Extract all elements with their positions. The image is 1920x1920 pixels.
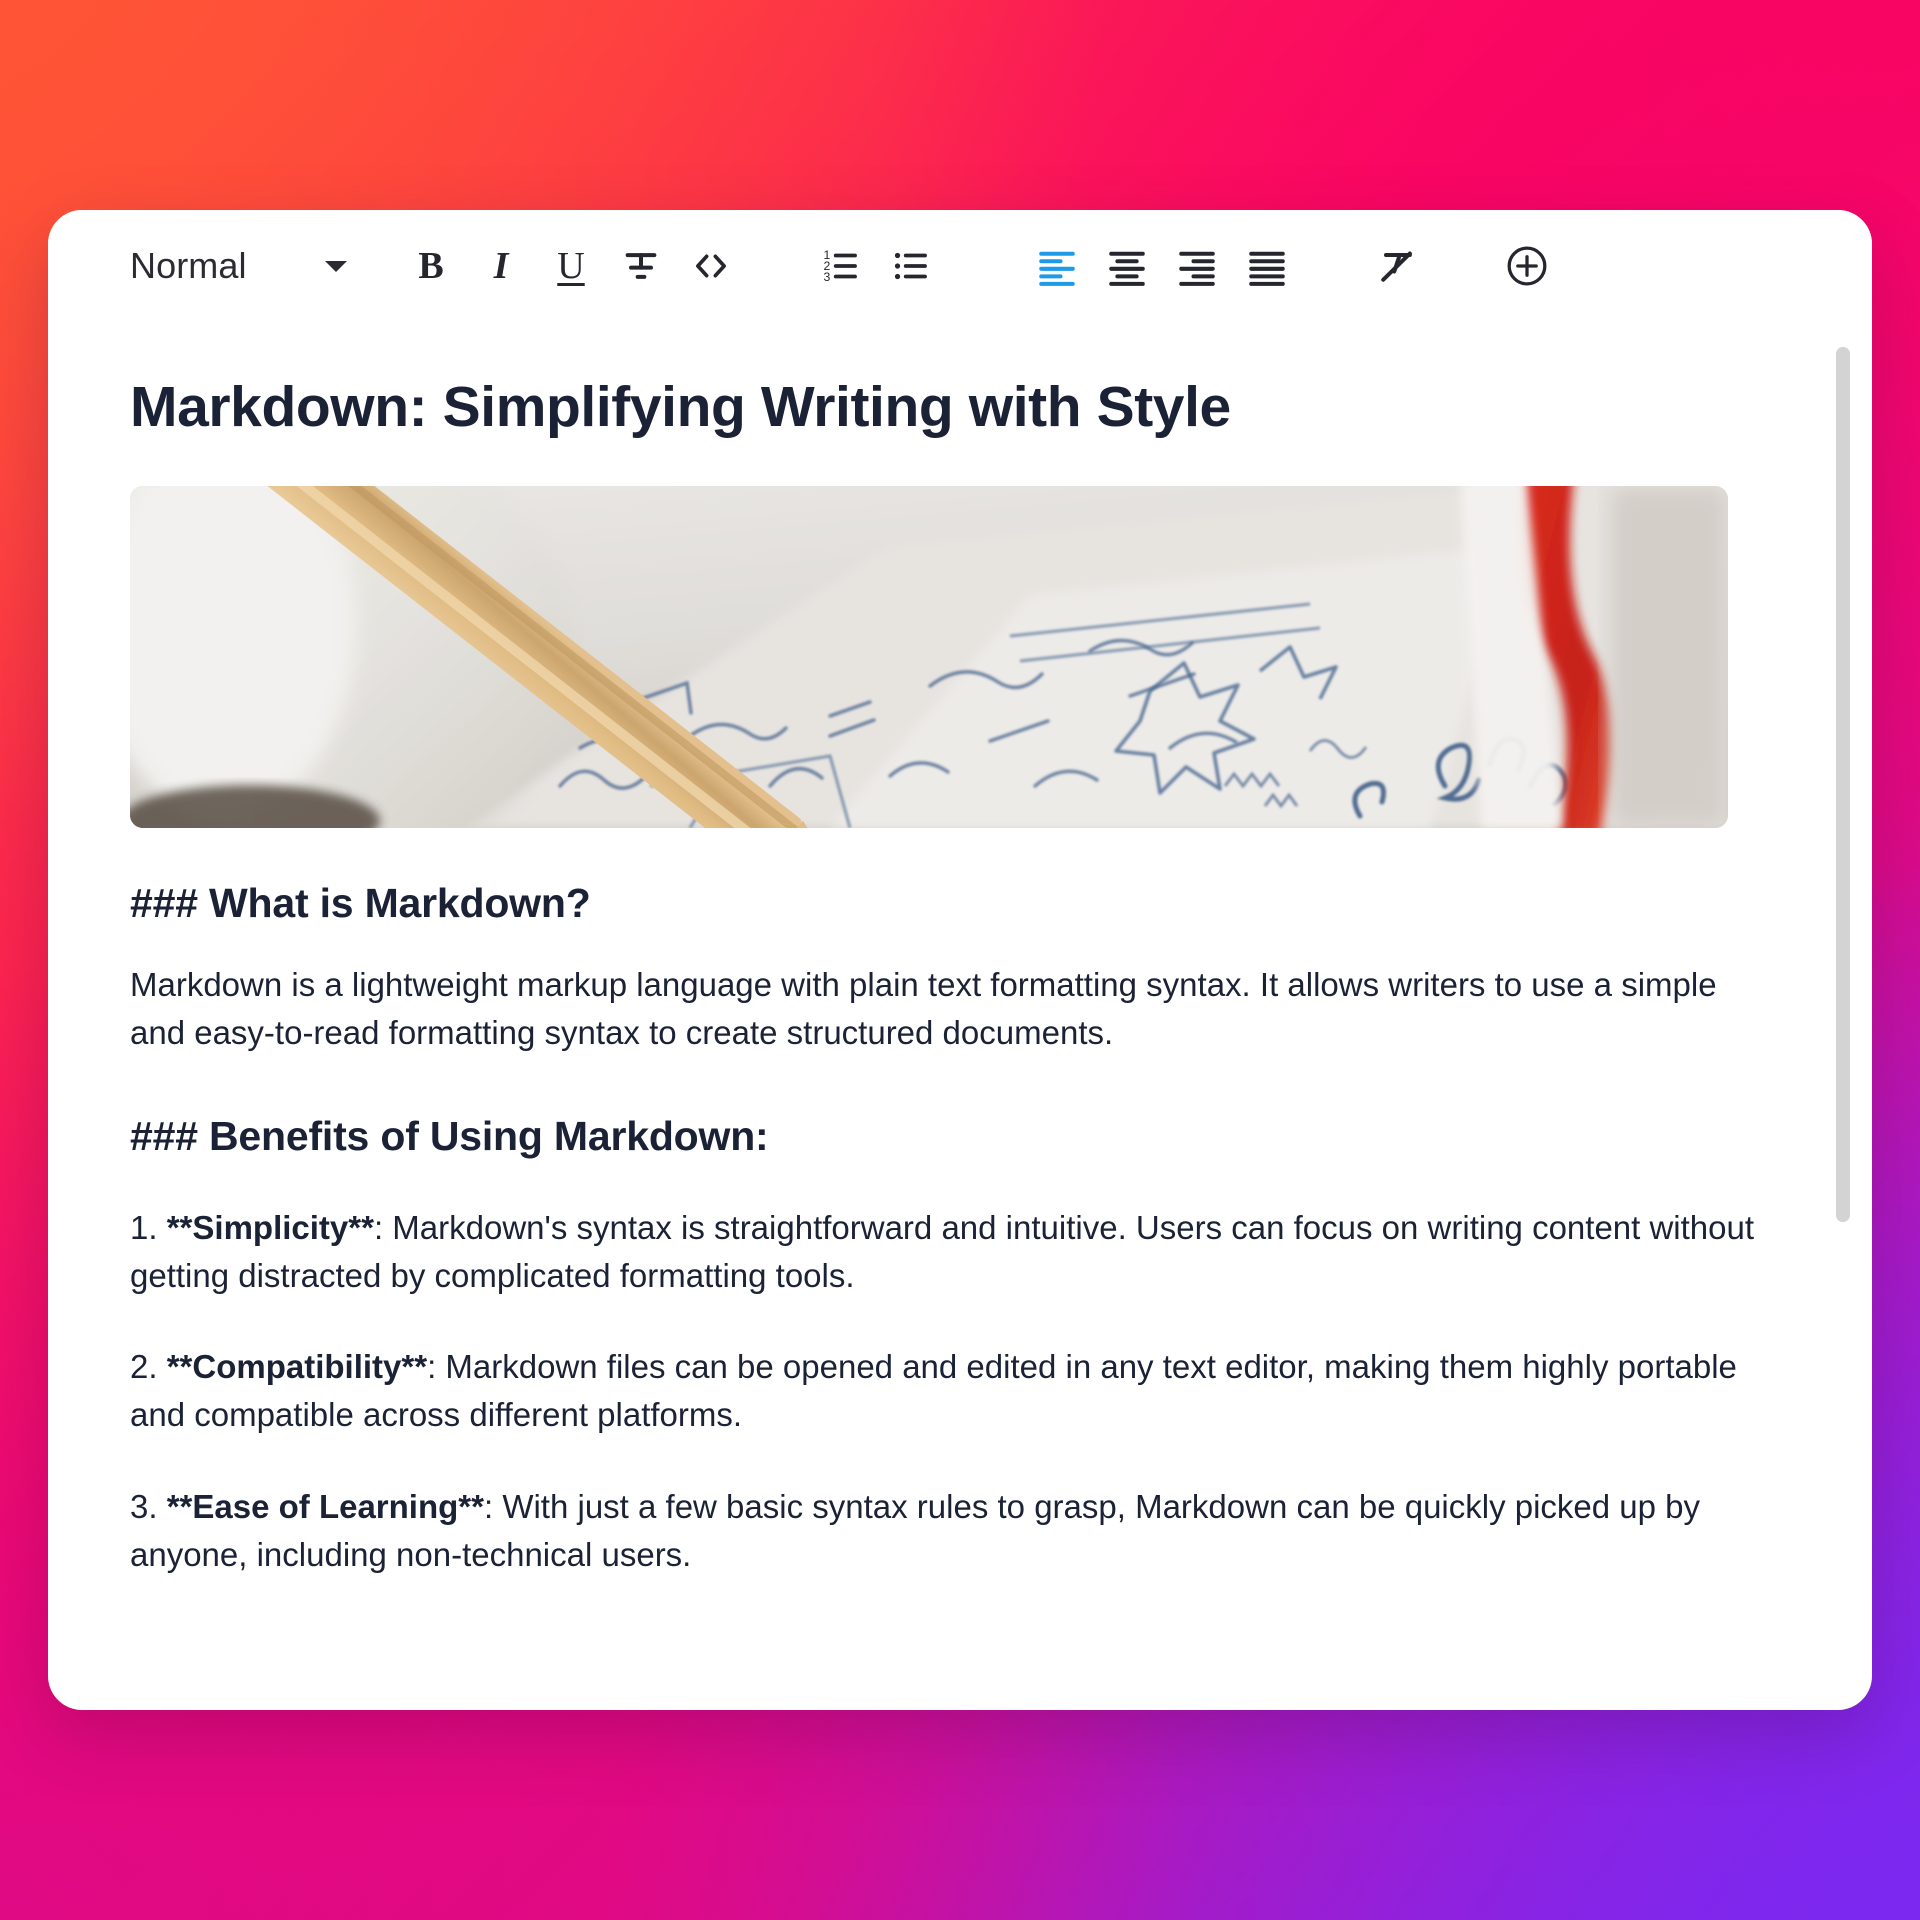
ordered-list-icon: 1 2 3 (824, 248, 857, 284)
bold-button[interactable]: B (402, 237, 460, 295)
paragraph-what-is-markdown: Markdown is a lightweight markup languag… (130, 966, 1717, 1051)
strikethrough-button[interactable] (612, 237, 670, 295)
alignment-group (1028, 237, 1308, 295)
list-item-number: 2. (130, 1348, 158, 1386)
align-justify-icon (1249, 251, 1285, 286)
align-right-icon (1179, 251, 1215, 286)
list-item-term: **Compatibility** (166, 1348, 428, 1386)
page-title: Markdown: Simplifying Writing with Style (130, 375, 1231, 439)
section-heading-benefits: ### Benefits of Using Markdown: (130, 1112, 769, 1159)
section-heading-what-is-markdown: ### What is Markdown? (130, 880, 591, 926)
vertical-scrollbar[interactable] (1836, 335, 1850, 1690)
list-item-number: 1. (130, 1208, 158, 1246)
italic-button[interactable]: I (472, 237, 530, 295)
bullet-list-button[interactable] (882, 237, 940, 295)
clear-formatting-icon (1381, 251, 1412, 282)
align-left-icon (1039, 251, 1075, 286)
underline-icon: U (557, 245, 585, 287)
hero-image (130, 486, 1728, 828)
list-item: 2. **Compatibility**: Markdown files can… (130, 1343, 1762, 1439)
add-button[interactable] (1498, 237, 1556, 295)
align-center-icon (1109, 251, 1145, 286)
plus-circle-icon (1507, 246, 1547, 286)
list-group: 1 2 3 (812, 237, 952, 295)
code-icon (696, 254, 726, 278)
editor-toolbar: Normal B I U 1 2 3 (48, 210, 1872, 322)
align-justify-button[interactable] (1238, 237, 1296, 295)
editor-card: Normal B I U 1 2 3 Markdown: Simplifying… (48, 210, 1872, 1710)
document-editor-area[interactable]: Markdown: Simplifying Writing with Style (48, 322, 1872, 1710)
align-left-button[interactable] (1028, 237, 1086, 295)
code-button[interactable] (682, 237, 740, 295)
italic-icon: I (493, 245, 509, 287)
ordered-list-button[interactable]: 1 2 3 (812, 237, 870, 295)
clear-format-button[interactable] (1368, 237, 1426, 295)
scrollbar-thumb[interactable] (1836, 347, 1850, 1222)
strikethrough-icon (625, 253, 657, 279)
notebook-photo-illustration (130, 486, 1728, 828)
list-item-term: **Simplicity** (166, 1208, 374, 1246)
underline-button[interactable]: U (542, 237, 600, 295)
bold-icon: B (418, 245, 444, 287)
svg-text:3: 3 (824, 270, 831, 284)
align-right-button[interactable] (1168, 237, 1226, 295)
list-item-number: 3. (130, 1488, 158, 1526)
list-item: 1. **Simplicity**: Markdown's syntax is … (130, 1204, 1762, 1300)
list-item: 3. **Ease of Learning**: With just a few… (130, 1483, 1762, 1579)
chevron-down-icon (324, 260, 347, 272)
align-center-button[interactable] (1098, 237, 1156, 295)
bullet-list-icon (894, 252, 927, 280)
format-style-value: Normal (130, 245, 247, 286)
text-format-group: B I U (402, 237, 752, 295)
list-item-term: **Ease of Learning** (166, 1488, 484, 1526)
list-item-text: : Markdown's syntax is straightforward a… (130, 1208, 1755, 1294)
format-style-select[interactable]: Normal (130, 239, 360, 293)
